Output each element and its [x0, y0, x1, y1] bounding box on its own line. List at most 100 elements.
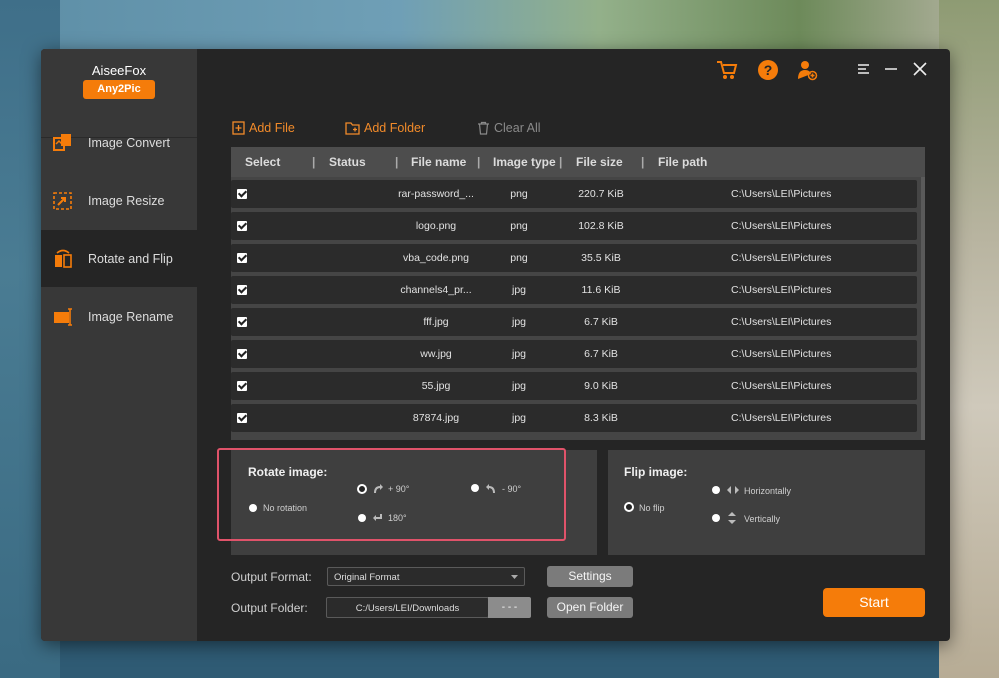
start-button[interactable]: Start	[823, 588, 925, 617]
image-type-cell: png	[510, 188, 528, 200]
file-path-cell: C:\Users\LEI\Pictures	[731, 348, 832, 360]
file-path-cell: C:\Users\LEI\Pictures	[731, 380, 832, 392]
sidebar-item-image-rename[interactable]: Image Rename	[41, 288, 197, 345]
column-header-file-name[interactable]: File name	[411, 155, 466, 169]
row-checkbox[interactable]	[237, 381, 247, 391]
flip-horizontal-label: Horizontally	[744, 486, 792, 496]
row-checkbox[interactable]	[237, 317, 247, 327]
table-row[interactable]: 87874.jpg jpg 8.3 KiB C:\Users\LEI\Pictu…	[231, 404, 917, 432]
column-header-file-size[interactable]: File size	[576, 155, 623, 169]
image-type-cell: jpg	[511, 380, 526, 392]
column-header-image-type[interactable]: Image type	[493, 155, 556, 169]
file-path-cell: C:\Users\LEI\Pictures	[731, 284, 832, 296]
image-type-cell: png	[510, 220, 528, 232]
file-name-cell: ww.jpg	[420, 348, 452, 360]
image-type-cell: png	[510, 252, 528, 264]
column-header-file-path[interactable]: File path	[658, 155, 707, 169]
sidebar-item-label: Image Convert	[88, 135, 170, 150]
file-name-cell: 87874.jpg	[412, 412, 460, 424]
file-size-cell: 6.7 KiB	[584, 348, 618, 360]
product-badge[interactable]: Any2Pic	[83, 80, 155, 99]
file-name-cell: logo.png	[415, 220, 457, 232]
add-file-icon	[232, 121, 245, 135]
row-checkbox[interactable]	[237, 349, 247, 359]
add-folder-button[interactable]: Add Folder	[345, 120, 425, 136]
sidebar-item-image-convert[interactable]: Image Convert	[41, 114, 197, 171]
rotate-options-highlight	[217, 448, 566, 541]
clear-all-button[interactable]: Clear All	[477, 120, 541, 136]
sidebar: AiseeFox Any2Pic Image Convert Image Res…	[41, 49, 197, 641]
column-separator: |	[395, 155, 399, 169]
sidebar-item-image-resize[interactable]: Image Resize	[41, 172, 197, 229]
file-name-cell: 55.jpg	[421, 380, 451, 392]
browse-folder-button[interactable]: - - -	[488, 597, 531, 618]
add-file-label: Add File	[249, 121, 295, 135]
column-separator: |	[641, 155, 645, 169]
image-type-cell: jpg	[511, 412, 526, 424]
table-scrollbar[interactable]	[921, 177, 925, 440]
output-format-label: Output Format:	[231, 570, 312, 584]
rotate-flip-icon	[55, 249, 72, 268]
file-path-cell: C:\Users\LEI\Pictures	[731, 316, 832, 328]
minimize-icon[interactable]	[883, 61, 899, 77]
row-checkbox[interactable]	[237, 253, 247, 263]
table-row[interactable]: fff.jpg jpg 6.7 KiB C:\Users\LEI\Picture…	[231, 308, 917, 336]
column-header-status[interactable]: Status	[329, 155, 366, 169]
table-row[interactable]: rar-password_... png 220.7 KiB C:\Users\…	[231, 180, 917, 208]
table-row[interactable]: 55.jpg jpg 9.0 KiB C:\Users\LEI\Pictures	[231, 372, 917, 400]
row-checkbox[interactable]	[237, 221, 247, 231]
sidebar-item-rotate-and-flip[interactable]: Rotate and Flip	[41, 230, 197, 287]
row-checkbox[interactable]	[237, 285, 247, 295]
flip-vertical-radio[interactable]	[712, 514, 720, 522]
settings-button[interactable]: Settings	[547, 566, 633, 587]
no-flip-radio[interactable]	[624, 502, 634, 512]
file-size-cell: 35.5 KiB	[581, 252, 621, 264]
table-row[interactable]: vba_code.png png 35.5 KiB C:\Users\LEI\P…	[231, 244, 917, 272]
svg-text:?: ?	[764, 62, 773, 78]
cart-icon[interactable]	[716, 59, 738, 81]
trash-icon	[478, 121, 489, 135]
flip-vertical-label: Vertically	[744, 514, 781, 524]
image-type-cell: jpg	[511, 316, 526, 328]
sidebar-item-label: Image Rename	[88, 309, 174, 324]
register-user-icon[interactable]	[796, 59, 818, 81]
flip-panel: Flip image: No flip Horizontally Vertica…	[608, 450, 925, 555]
menu-icon[interactable]	[856, 61, 872, 77]
image-type-cell: jpg	[511, 348, 526, 360]
file-path-cell: C:\Users\LEI\Pictures	[731, 412, 832, 424]
chevron-down-icon	[511, 575, 518, 579]
title-bar: ?	[197, 49, 950, 89]
add-folder-icon	[345, 122, 360, 135]
file-table: Select | Status | File name | Image type…	[231, 147, 925, 440]
file-name-cell: channels4_pr...	[400, 284, 472, 296]
table-row[interactable]: channels4_pr... jpg 11.6 KiB C:\Users\LE…	[231, 276, 917, 304]
column-separator: |	[559, 155, 563, 169]
close-icon[interactable]	[912, 61, 928, 77]
output-format-select[interactable]: Original Format	[327, 567, 525, 586]
sidebar-item-label: Image Resize	[88, 193, 165, 208]
column-separator: |	[477, 155, 481, 169]
help-icon[interactable]: ?	[757, 59, 779, 81]
image-type-cell: jpg	[511, 284, 526, 296]
app-window: AiseeFox Any2Pic Image Convert Image Res…	[41, 49, 950, 641]
file-size-cell: 6.7 KiB	[584, 316, 618, 328]
table-header: Select | Status | File name | Image type…	[231, 147, 925, 177]
open-folder-button[interactable]: Open Folder	[547, 597, 633, 618]
flip-vertical-icon	[728, 512, 736, 524]
table-row[interactable]: ww.jpg jpg 6.7 KiB C:\Users\LEI\Pictures	[231, 340, 917, 368]
row-checkbox[interactable]	[237, 189, 247, 199]
file-path-cell: C:\Users\LEI\Pictures	[731, 220, 832, 232]
file-name-cell: fff.jpg	[423, 316, 449, 328]
file-name-cell: rar-password_...	[398, 188, 474, 200]
clear-all-label: Clear All	[494, 121, 541, 135]
flip-horizontal-radio[interactable]	[712, 486, 720, 494]
column-header-select[interactable]: Select	[245, 155, 280, 169]
output-folder-value: C:/Users/LEI/Downloads	[355, 603, 460, 614]
add-file-button[interactable]: Add File	[232, 120, 295, 136]
row-checkbox[interactable]	[237, 413, 247, 423]
file-path-cell: C:\Users\LEI\Pictures	[731, 252, 832, 264]
table-row[interactable]: logo.png png 102.8 KiB C:\Users\LEI\Pict…	[231, 212, 917, 240]
output-folder-input[interactable]: C:/Users/LEI/Downloads	[326, 597, 489, 618]
flip-title: Flip image:	[624, 465, 688, 479]
image-resize-icon	[53, 191, 72, 210]
